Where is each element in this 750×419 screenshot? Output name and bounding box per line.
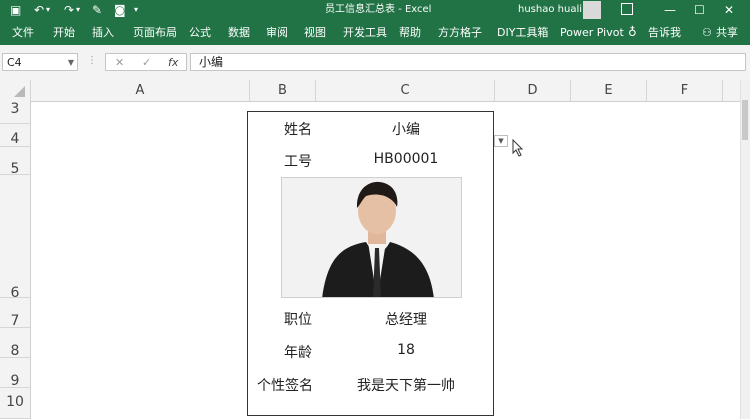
person-icon[interactable]: ⚇: [702, 20, 712, 45]
signature-value[interactable]: 我是天下第一帅: [336, 375, 476, 395]
row-header-7[interactable]: 7: [0, 298, 30, 329]
undo-icon[interactable]: ↶: [34, 0, 44, 20]
row-headers: 3 4 5 6 7 8 9 10: [0, 101, 31, 419]
formula-input[interactable]: 小编: [190, 53, 746, 71]
column-header-b[interactable]: B: [250, 80, 316, 101]
list-dropdown-button[interactable]: ▼: [494, 135, 508, 147]
tab-file[interactable]: 文件: [12, 20, 34, 45]
maximize-button[interactable]: ☐: [694, 0, 705, 20]
row-header-5[interactable]: 5: [0, 147, 30, 177]
formula-bar: C4 ▼ ⋮ ✕ ✓ fx 小编: [0, 45, 750, 81]
mouse-cursor-icon: [512, 139, 524, 157]
column-header-a[interactable]: A: [31, 80, 250, 101]
employee-id-value[interactable]: HB00001: [336, 151, 476, 167]
tab-fangfang[interactable]: 方方格子: [438, 20, 482, 45]
column-header-f[interactable]: F: [647, 80, 723, 101]
column-header-c[interactable]: C: [316, 80, 495, 101]
tab-developer[interactable]: 开发工具: [343, 20, 387, 45]
age-label: 年龄: [284, 345, 312, 361]
tell-me-search[interactable]: 告诉我: [648, 20, 681, 45]
row-header-10[interactable]: 10: [0, 388, 30, 419]
ribbon-display-icon[interactable]: [621, 3, 633, 15]
select-all-corner[interactable]: [0, 80, 31, 101]
format-painter-icon[interactable]: ✎: [92, 0, 102, 20]
tab-insert[interactable]: 插入: [92, 20, 114, 45]
column-header-e[interactable]: E: [571, 80, 647, 101]
position-label: 职位: [284, 312, 312, 328]
tab-page-layout[interactable]: 页面布局: [133, 20, 177, 45]
share-button[interactable]: 共享: [716, 20, 738, 45]
redo-dropdown-icon[interactable]: ▾: [76, 0, 80, 20]
signature-label: 个性签名: [257, 378, 313, 394]
tab-help[interactable]: 帮助: [399, 20, 421, 45]
lightbulb-icon[interactable]: ♁: [628, 20, 637, 45]
tab-diy-toolbox[interactable]: DIY工具箱: [497, 20, 548, 45]
position-value[interactable]: 总经理: [336, 309, 476, 329]
tab-view[interactable]: 视图: [304, 20, 326, 45]
name-value[interactable]: 小编: [336, 119, 476, 139]
more-options-icon[interactable]: ⋮: [87, 55, 97, 66]
row-header-4[interactable]: 4: [0, 124, 30, 147]
save-icon[interactable]: ▣: [10, 0, 21, 20]
row-header-8[interactable]: 8: [0, 328, 30, 359]
row-header-6[interactable]: 6: [0, 175, 30, 301]
tab-data[interactable]: 数据: [228, 20, 250, 45]
undo-dropdown-icon[interactable]: ▾: [46, 0, 50, 20]
employee-id-label: 工号: [284, 154, 312, 170]
minimize-button[interactable]: —: [664, 0, 676, 20]
avatar[interactable]: [583, 1, 601, 19]
camera-icon[interactable]: ◙: [114, 0, 126, 20]
tab-power-pivot[interactable]: Power Pivot: [560, 20, 624, 45]
name-label: 姓名: [284, 122, 312, 138]
tab-home[interactable]: 开始: [53, 20, 75, 45]
name-box[interactable]: C4 ▼: [2, 53, 78, 71]
title-bar: ▣ ↶ ▾ ↷ ▾ ✎ ◙ ▾ 员工信息汇总表 - Excel hushao h…: [0, 0, 750, 20]
close-button[interactable]: ✕: [724, 0, 734, 20]
employee-photo[interactable]: [281, 177, 462, 298]
redo-icon[interactable]: ↷: [64, 0, 74, 20]
user-name: hushao huali: [518, 4, 583, 15]
insert-function-icon[interactable]: fx: [168, 54, 178, 71]
row-header-3[interactable]: 3: [0, 101, 30, 124]
chevron-down-icon[interactable]: ▼: [68, 54, 74, 72]
scrollbar-thumb[interactable]: [742, 100, 748, 140]
enter-icon[interactable]: ✓: [142, 54, 151, 71]
cancel-icon[interactable]: ✕: [115, 54, 124, 71]
age-value[interactable]: 18: [336, 342, 476, 358]
formula-buttons: ✕ ✓ fx: [105, 53, 187, 71]
ribbon-tabs: 文件 开始 插入 页面布局 公式 数据 审阅 视图 开发工具 帮助 方方格子 D…: [0, 20, 750, 45]
name-box-value: C4: [7, 56, 22, 69]
column-header-d[interactable]: D: [495, 80, 571, 101]
window-title: 员工信息汇总表 - Excel: [325, 4, 432, 15]
tab-review[interactable]: 审阅: [266, 20, 288, 45]
row-header-9[interactable]: 9: [0, 358, 30, 389]
tab-formulas[interactable]: 公式: [189, 20, 211, 45]
column-headers: A B C D E F: [0, 80, 750, 102]
customize-toolbar-icon[interactable]: ▾: [134, 0, 138, 20]
